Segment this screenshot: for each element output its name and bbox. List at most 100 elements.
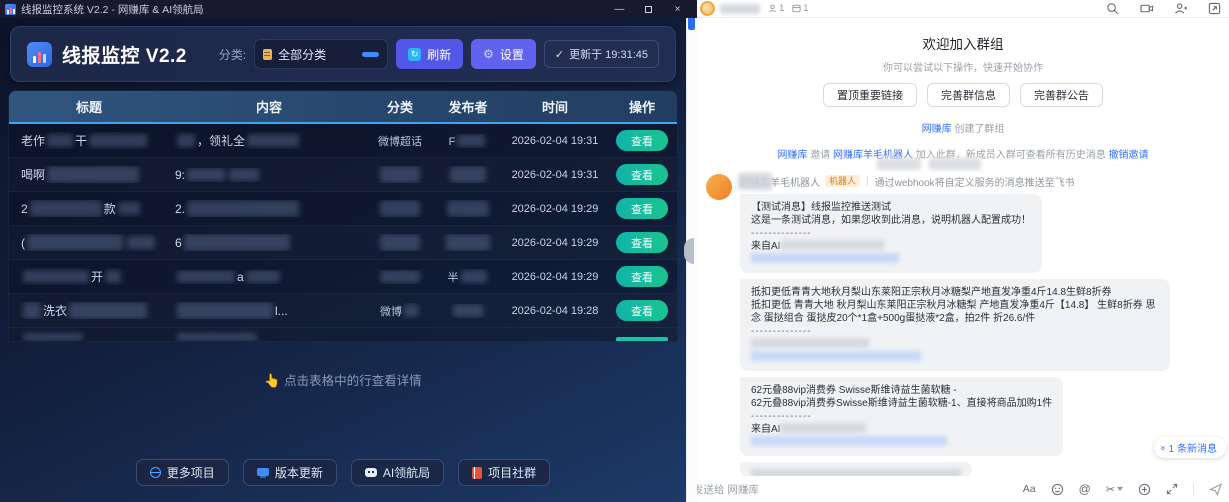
message-input-bar[interactable]: 发送给 网赚库 Aa @ ✂ [697, 476, 1229, 502]
window-title: 线报监控系统 V2.2 - 网赚库 & AI领航局 [21, 2, 204, 17]
view-button[interactable]: 查看 [616, 266, 668, 287]
system-text: 创建了群组 [952, 124, 1005, 135]
table-row[interactable]: 喝啊 9: 2026-02-04 19:31 查看 [9, 158, 677, 192]
table-row[interactable]: 开 a 半 2026-02-04 19:29 查看 [9, 260, 677, 294]
title-fragment: 老作 [21, 134, 45, 148]
title-fragment: 洗衣 [43, 304, 67, 318]
title-fragment: 2 [21, 202, 28, 216]
add-member-icon[interactable] [1174, 2, 1187, 15]
screenshot-icon[interactable]: ✂ [1106, 483, 1123, 496]
member-count: 1 [779, 3, 784, 14]
view-button-clipped [616, 337, 668, 341]
complete-group-info-button[interactable]: 完善群信息 [927, 83, 1010, 107]
monitor-app-window: 线报监控系统 V2.2 - 网赚库 & AI领航局 — × 线报监控 V2.2 … [0, 0, 697, 502]
revoke-invite-link[interactable]: 撤销邀请 [1109, 150, 1149, 161]
system-message-created: 网赚库 创建了群组 [697, 120, 1229, 135]
open-sidebar-icon[interactable] [1208, 2, 1221, 15]
title-fragment: ( [21, 236, 25, 250]
content-fragment: 2. [175, 202, 185, 216]
robot-icon [365, 468, 377, 477]
member-count-chip[interactable]: 1 [768, 3, 784, 14]
view-button[interactable]: 查看 [616, 232, 668, 253]
table-hint: 👆 点击表格中的行查看详情 [0, 370, 686, 389]
search-icon[interactable] [1106, 2, 1119, 15]
row-time: 2026-02-04 19:29 [505, 271, 605, 283]
col-publisher: 发布者 [431, 91, 505, 122]
app-header: 线报监控 V2.2 分类: 全部分类 ↻ 刷新 ⚙ 设置 [10, 26, 676, 82]
mention-icon[interactable]: @ [1079, 482, 1091, 496]
inviter-link[interactable]: 网赚库 [777, 150, 807, 161]
bar-chart-icon [27, 42, 52, 67]
video-call-icon[interactable] [1140, 2, 1153, 15]
content-fragment: l... [275, 304, 288, 318]
title-fragment: 干 [75, 134, 87, 148]
font-format-icon[interactable]: Aa [1023, 483, 1036, 495]
category-select[interactable]: 全部分类 [254, 39, 388, 69]
divider-dashes: -------------- [751, 325, 1159, 338]
redacted-link [751, 351, 921, 361]
expand-icon[interactable] [1166, 483, 1178, 495]
message-bubble[interactable]: 62元叠88vip消费券 Swisse斯维诗益生菌软糖 - 62元叠88vip消… [740, 377, 1063, 456]
row-time: 2026-02-04 19:29 [505, 203, 605, 215]
message-line: 这是一条测试消息，如果您收到此消息，说明机器人配置成功！ [751, 214, 1031, 227]
version-update-button[interactable]: 版本更新 [243, 459, 337, 486]
message-footer: 来自AI [751, 241, 780, 252]
pin-links-button[interactable]: 置顶重要链接 [823, 83, 917, 107]
bot-avatar[interactable] [706, 174, 732, 200]
redacted [380, 200, 420, 217]
ai-navigator-button[interactable]: AI领航局 [351, 459, 444, 486]
attach-plus-icon[interactable] [1138, 483, 1151, 496]
new-message-pill[interactable]: » 1 条新消息 [1154, 437, 1226, 458]
close-button[interactable]: × [663, 0, 692, 18]
category-fragment: 微博 [380, 306, 402, 318]
send-icon[interactable] [1209, 483, 1223, 496]
redacted [69, 302, 147, 319]
message-bubble[interactable]: 抵扣更低青青大地秋月梨山东莱阳正宗秋月冰糖梨产地直发净重4斤14.8生鲜8折券 … [740, 279, 1170, 371]
settings-button[interactable]: ⚙ 设置 [471, 39, 536, 69]
row-time: 2026-02-04 19:29 [505, 237, 605, 249]
table-row-clipped [9, 328, 677, 341]
table-row[interactable]: 2款 2. 2026-02-04 19:29 查看 [9, 192, 677, 226]
bot-name: 羊毛机器人 [770, 174, 820, 189]
creator-link[interactable]: 网赚库 [922, 124, 952, 135]
project-community-button[interactable]: 项目社群 [458, 459, 550, 486]
redacted [246, 270, 280, 283]
message-bubble[interactable]: 【测试消息】线报监控推送测试 这是一条测试消息，如果您收到此消息，说明机器人配置… [740, 194, 1042, 273]
redacted [247, 134, 299, 147]
group-avatar[interactable] [700, 1, 715, 16]
panel-collapse-handle[interactable] [684, 238, 694, 264]
table-row[interactable]: 老作干 ，领礼全 微博超话 F 2026-02-04 19:31 查看 [9, 124, 677, 158]
row-time: 2026-02-04 19:31 [505, 135, 605, 147]
button-label: 更多项目 [167, 464, 215, 481]
tab-count-chip[interactable]: 1 [792, 3, 808, 14]
view-button[interactable]: 查看 [616, 164, 668, 185]
maximize-button[interactable] [634, 0, 663, 18]
view-button[interactable]: 查看 [616, 300, 668, 321]
bot-description: 通过webhook将自定义服务的消息推送至飞书 [875, 174, 1075, 189]
minimize-button[interactable]: — [605, 0, 634, 18]
redacted [118, 202, 140, 215]
table-row[interactable]: 洗衣 l... 微博 2026-02-04 19:28 查看 [9, 294, 677, 328]
double-chevron-down-icon: » [1158, 445, 1168, 450]
chat-panel: 1 1 [697, 0, 1229, 502]
content-fragment: ，领礼全 [197, 134, 245, 148]
category-label: 分类: [219, 46, 246, 63]
message-bubble-clipped[interactable] [740, 462, 972, 476]
view-button[interactable]: 查看 [616, 198, 668, 219]
more-projects-button[interactable]: 更多项目 [136, 459, 229, 486]
table-row[interactable]: ( 6 2026-02-04 19:29 查看 [9, 226, 677, 260]
message-footer: 来自AI [751, 424, 780, 435]
window-titlebar[interactable]: 线报监控系统 V2.2 - 网赚库 & AI领航局 — × [0, 0, 697, 18]
separator: | [866, 176, 869, 187]
welcome-title: 欢迎加入群组 [697, 33, 1229, 53]
redacted [89, 134, 147, 147]
monitor-icon [257, 468, 269, 476]
publisher-fragment: 半 [448, 272, 459, 284]
emoji-icon[interactable] [1051, 483, 1064, 496]
message-input[interactable]: 发送给 网赚库 [697, 482, 759, 497]
redacted [457, 134, 485, 147]
redacted [23, 302, 41, 319]
refresh-button[interactable]: ↻ 刷新 [396, 39, 463, 69]
view-button[interactable]: 查看 [616, 130, 668, 151]
complete-announcement-button[interactable]: 完善群公告 [1020, 83, 1103, 107]
